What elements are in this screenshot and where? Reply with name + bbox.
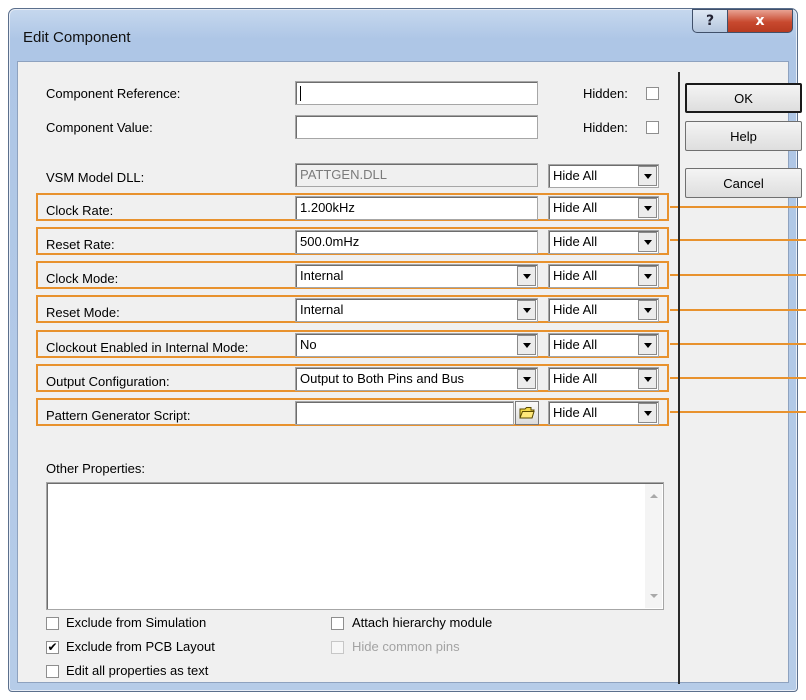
chevron-down-icon [522, 307, 531, 313]
reset-mode-hide-select[interactable]: Hide All [548, 298, 659, 322]
hide-common-pins-checkbox[interactable] [331, 641, 344, 654]
dropdown-button[interactable] [638, 166, 657, 186]
dropdown-button[interactable] [638, 403, 657, 423]
browse-button[interactable] [515, 401, 539, 425]
title-bar: Edit Component ? x [9, 9, 797, 61]
clock-mode-label: Clock Mode: [46, 271, 119, 286]
help-button[interactable]: Help [685, 121, 802, 151]
reset-mode-select[interactable]: Internal [295, 298, 538, 322]
vsm-model-dll-label: VSM Model DLL: [46, 170, 145, 185]
clock-mode-hide-select[interactable]: Hide All [548, 264, 659, 288]
chevron-down-icon [643, 342, 652, 348]
reset-rate-input[interactable]: 500.0mHz [295, 230, 538, 254]
dialog-client: Component Reference: Hidden: Component V… [17, 61, 806, 684]
output-configuration-select[interactable]: Output to Both Pins and Bus [295, 367, 538, 391]
scroll-up-arrow-icon[interactable] [650, 494, 658, 498]
pattern-script-input[interactable] [295, 401, 514, 425]
chevron-down-icon [643, 239, 652, 245]
output-configuration-label: Output Configuration: [46, 374, 170, 389]
clock-rate-hide-select[interactable]: Hide All [548, 196, 659, 220]
window-title: Edit Component [23, 29, 131, 46]
leader-line [670, 377, 806, 379]
clock-rate-input[interactable]: 1.200kHz [295, 196, 538, 220]
leader-line [670, 206, 806, 208]
chevron-down-icon [643, 173, 652, 179]
dropdown-button[interactable] [517, 369, 536, 389]
close-icon: x [755, 13, 765, 29]
edit-as-text-label: Edit all properties as text [66, 663, 209, 678]
component-value-input[interactable] [295, 115, 538, 139]
reference-hidden-label: Hidden: [583, 86, 628, 101]
output-configuration-hide-select[interactable]: Hide All [548, 367, 659, 391]
component-reference-input[interactable] [295, 81, 538, 105]
clock-mode-select[interactable]: Internal [295, 264, 538, 288]
value-hidden-checkbox[interactable] [646, 121, 659, 134]
cancel-button[interactable]: Cancel [685, 168, 802, 198]
clockout-hide-select[interactable]: Hide All [548, 333, 659, 357]
pattern-script-label: Pattern Generator Script: [46, 408, 191, 423]
attach-hierarchy-checkbox[interactable] [331, 617, 344, 630]
dropdown-button[interactable] [638, 232, 657, 252]
other-properties-textarea[interactable] [46, 482, 664, 610]
help-caption-button[interactable]: ? [692, 9, 728, 33]
exclude-simulation-label: Exclude from Simulation [66, 615, 207, 630]
caption-buttons: ? x [692, 9, 793, 35]
leader-line [670, 309, 806, 311]
reference-hidden-checkbox[interactable] [646, 87, 659, 100]
dropdown-button[interactable] [517, 266, 536, 286]
vsm-hide-select[interactable]: Hide All [548, 164, 659, 188]
text-caret [300, 86, 301, 102]
value-hidden-label: Hidden: [583, 120, 628, 135]
chevron-down-icon [643, 205, 652, 211]
reset-mode-label: Reset Mode: [46, 305, 120, 320]
dropdown-button[interactable] [638, 198, 657, 218]
chevron-down-icon [522, 342, 531, 348]
ok-button[interactable]: OK [685, 83, 802, 113]
dropdown-button[interactable] [517, 335, 536, 355]
chevron-down-icon [522, 376, 531, 382]
close-button[interactable]: x [727, 9, 793, 33]
reset-rate-label: Reset Rate: [46, 237, 115, 252]
vertical-scrollbar[interactable] [645, 484, 662, 608]
component-value-label: Component Value: [46, 120, 153, 135]
edit-as-text-checkbox[interactable] [46, 665, 59, 678]
dropdown-button[interactable] [517, 300, 536, 320]
chevron-down-icon [643, 376, 652, 382]
pattern-script-hide-select[interactable]: Hide All [548, 401, 659, 425]
dropdown-button[interactable] [638, 369, 657, 389]
question-icon: ? [705, 13, 715, 29]
chevron-down-icon [643, 410, 652, 416]
reset-rate-hide-select[interactable]: Hide All [548, 230, 659, 254]
clockout-enabled-select[interactable]: No [295, 333, 538, 357]
leader-line [670, 411, 806, 413]
attach-hierarchy-label: Attach hierarchy module [352, 615, 493, 630]
leader-line [670, 239, 806, 241]
component-reference-label: Component Reference: [46, 86, 181, 101]
dropdown-button[interactable] [638, 335, 657, 355]
separator [678, 72, 680, 684]
chevron-down-icon [522, 273, 531, 279]
leader-line [670, 343, 806, 345]
clock-rate-label: Clock Rate: [46, 203, 114, 218]
exclude-pcb-layout-checkbox[interactable]: ✔ [46, 641, 59, 654]
hide-common-pins-label: Hide common pins [352, 639, 460, 654]
checkmark-icon: ✔ [47, 640, 58, 654]
exclude-simulation-checkbox[interactable] [46, 617, 59, 630]
vsm-model-dll-input[interactable]: PATTGEN.DLL [295, 163, 538, 187]
scroll-down-arrow-icon[interactable] [650, 594, 658, 598]
clockout-enabled-label: Clockout Enabled in Internal Mode: [46, 340, 249, 355]
dropdown-button[interactable] [638, 266, 657, 286]
chevron-down-icon [643, 273, 652, 279]
chevron-down-icon [643, 307, 652, 313]
other-properties-label: Other Properties: [46, 461, 145, 476]
dropdown-button[interactable] [638, 300, 657, 320]
folder-icon [519, 407, 535, 419]
leader-line [670, 274, 806, 276]
exclude-pcb-layout-label: Exclude from PCB Layout [66, 639, 215, 654]
edit-component-dialog: Edit Component ? x Component Reference: … [8, 8, 806, 692]
